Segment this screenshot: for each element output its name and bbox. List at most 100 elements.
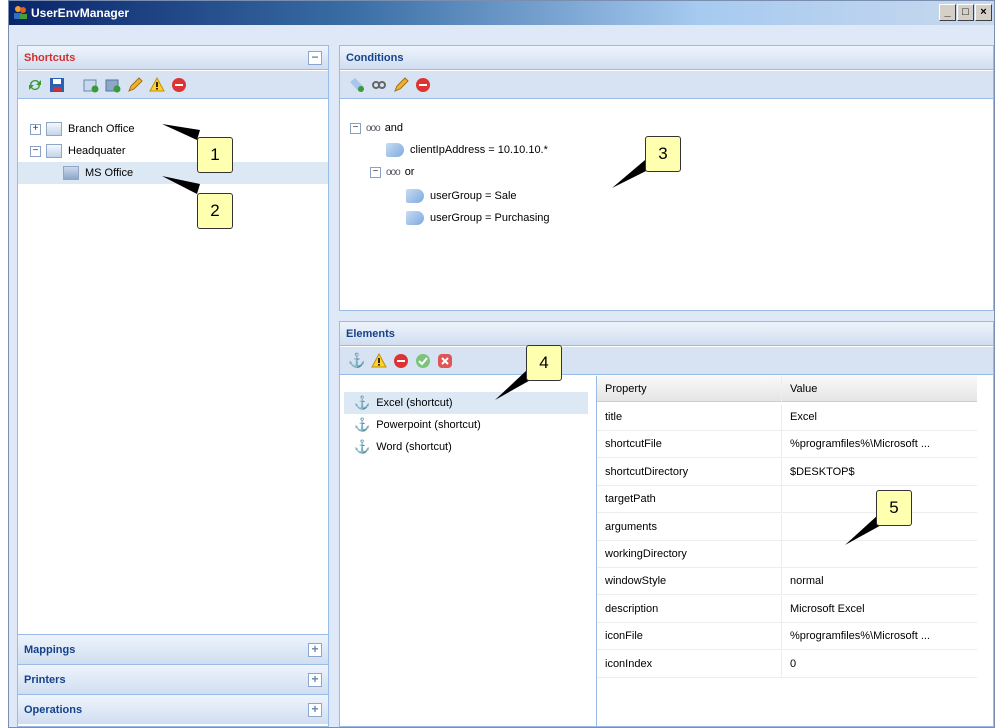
condition-user-group-sale[interactable]: userGroup = Sale — [406, 186, 517, 206]
element-label: Excel (shortcut) — [376, 397, 453, 409]
grid-cell-property[interactable]: iconIndex — [597, 650, 782, 678]
anchor-icon: ⚓ — [354, 417, 371, 432]
folder-icon — [46, 144, 62, 158]
grid-cell-value[interactable]: 0 — [782, 651, 977, 678]
save-icon[interactable] — [48, 76, 66, 94]
grid-cell-value[interactable] — [782, 541, 977, 568]
expand-icon[interactable]: + — [308, 643, 322, 657]
conditions-toolbar — [340, 71, 993, 99]
condition-user-group-purchasing[interactable]: userGroup = Purchasing — [406, 208, 550, 228]
element-excel[interactable]: ⚓ Excel (shortcut) — [344, 392, 588, 414]
elements-header: Elements — [340, 322, 993, 346]
callout-1: 1 — [197, 137, 233, 173]
add-item-icon[interactable] — [104, 76, 122, 94]
shortcuts-panel: Shortcuts − + Branch Office − Headquater — [17, 45, 329, 727]
app-window: UserEnvManager _ □ × Shortcuts − + Branc… — [8, 0, 995, 728]
grid-cell-property[interactable]: shortcutDirectory — [597, 458, 782, 486]
grid-cell-property[interactable]: workingDirectory — [597, 541, 782, 568]
shortcuts-header[interactable]: Shortcuts − — [18, 46, 328, 70]
folder-icon — [46, 122, 62, 136]
users-icon — [14, 6, 27, 19]
condition-client-ip[interactable]: clientIpAddress = 10.10.10.* — [386, 140, 548, 160]
condition-label: userGroup = Sale — [430, 190, 517, 202]
add-folder-icon[interactable] — [82, 76, 100, 94]
minimize-button[interactable]: _ — [939, 4, 956, 21]
collapse-node-icon[interactable]: − — [350, 122, 361, 134]
tag-icon — [386, 143, 404, 157]
shortcut-group-icon — [63, 166, 79, 180]
element-word[interactable]: ⚓ Word (shortcut) — [344, 436, 588, 458]
grid-cell-value[interactable]: %programfiles%\Microsoft ... — [782, 623, 977, 651]
grid-header-value[interactable]: Value — [782, 376, 977, 402]
element-powerpoint[interactable]: ⚓ Powerpoint (shortcut) — [344, 414, 588, 436]
close-button[interactable]: × — [975, 4, 992, 21]
grid-cell-value[interactable]: normal — [782, 568, 977, 596]
link-icon: ooo — [386, 166, 401, 178]
delete-icon[interactable] — [392, 352, 410, 370]
collapse-node-icon[interactable]: − — [370, 166, 381, 178]
enable-icon[interactable] — [414, 352, 432, 370]
element-label: Word (shortcut) — [376, 441, 452, 453]
condition-or[interactable]: − ooo or — [370, 162, 414, 182]
element-label: Powerpoint (shortcut) — [376, 419, 481, 431]
tree-node-headquater[interactable]: − Headquater — [18, 140, 328, 162]
tree-node-ms-office[interactable]: MS Office — [18, 162, 328, 184]
delete-icon[interactable] — [170, 76, 188, 94]
expand-icon[interactable]: + — [30, 123, 41, 135]
collapse-node-icon[interactable]: − — [30, 145, 41, 157]
edit-icon[interactable] — [126, 76, 144, 94]
tree-node-label: Headquater — [68, 145, 126, 157]
accordion-printers[interactable]: Printers + — [18, 664, 328, 694]
callout-3: 3 — [645, 136, 681, 172]
add-anchor-icon[interactable]: ⚓ — [348, 352, 366, 370]
grid-cell-property[interactable]: shortcutFile — [597, 431, 782, 459]
condition-and[interactable]: − ooo and — [350, 118, 403, 138]
condition-label: and — [384, 122, 404, 134]
window-title: UserEnvManager — [31, 6, 130, 20]
conditions-header: Conditions — [340, 46, 993, 70]
callout-2: 2 — [197, 193, 233, 229]
elements-toolbar: ⚓ — [340, 347, 993, 375]
tree-node-label: Branch Office — [68, 123, 135, 135]
refresh-icon[interactable] — [26, 76, 44, 94]
maximize-button[interactable]: □ — [957, 4, 974, 21]
accordion-operations[interactable]: Operations + — [18, 694, 328, 724]
condition-label: clientIpAddress = 10.10.10.* — [410, 144, 548, 156]
grid-cell-value[interactable]: $DESKTOP$ — [782, 459, 977, 486]
grid-cell-value[interactable]: Excel — [782, 404, 977, 431]
expand-icon[interactable]: + — [308, 703, 322, 717]
accordion-mappings[interactable]: Mappings + — [18, 634, 328, 664]
grid-cell-property[interactable]: iconFile — [597, 623, 782, 651]
shortcuts-title: Shortcuts — [24, 52, 76, 64]
callout-4: 4 — [526, 345, 562, 381]
tree-node-label: MS Office — [85, 167, 134, 179]
accordion-label: Operations — [24, 704, 83, 716]
grid-cell-property[interactable]: arguments — [597, 513, 782, 541]
grid-cell-value[interactable]: %programfiles%\Microsoft ... — [782, 431, 977, 459]
add-link-icon[interactable] — [370, 76, 388, 94]
delete-icon[interactable] — [414, 76, 432, 94]
tree-node-branch-office[interactable]: + Branch Office — [18, 118, 328, 140]
edit-icon[interactable] — [392, 76, 410, 94]
grid-cell-property[interactable]: description — [597, 595, 782, 623]
callout-5: 5 — [876, 490, 912, 526]
elements-title: Elements — [346, 328, 395, 340]
add-condition-icon[interactable] — [348, 76, 366, 94]
grid-header-property[interactable]: Property — [597, 376, 782, 402]
warning-icon[interactable] — [370, 352, 388, 370]
accordion-label: Printers — [24, 674, 66, 686]
link-icon: ooo — [366, 122, 381, 134]
conditions-panel: Conditions − ooo and clientIpAddress = 1… — [339, 45, 994, 311]
grid-cell-value[interactable]: Microsoft Excel — [782, 596, 977, 623]
property-grid: Property Value title Excel shortcutFile %pr… — [596, 376, 977, 726]
accordion-label: Mappings — [24, 644, 76, 656]
disable-icon[interactable] — [436, 352, 454, 370]
grid-cell-property[interactable]: title — [597, 404, 782, 431]
warning-icon[interactable] — [148, 76, 166, 94]
title-bar[interactable]: UserEnvManager _ □ × — [9, 1, 994, 25]
grid-cell-property[interactable]: windowStyle — [597, 568, 782, 596]
condition-label: or — [404, 166, 415, 178]
collapse-icon[interactable]: − — [308, 51, 322, 65]
expand-icon[interactable]: + — [308, 673, 322, 687]
grid-cell-property[interactable]: targetPath — [597, 486, 782, 514]
